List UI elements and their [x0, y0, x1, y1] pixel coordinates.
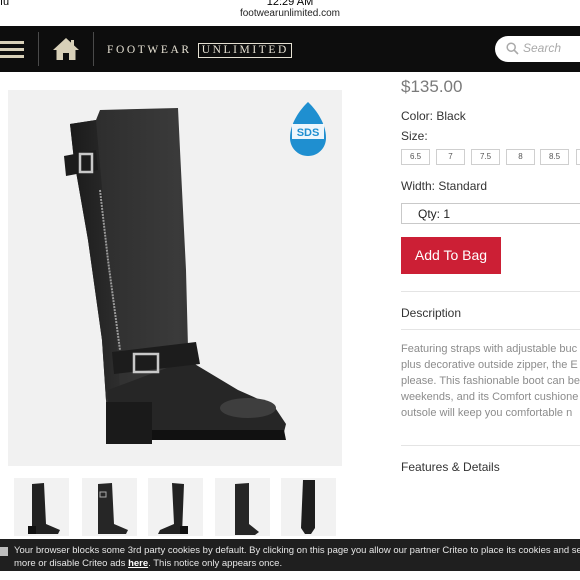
brand-name-part1: FOOTWEAR	[107, 44, 192, 56]
brand-name-part2: UNLIMITED	[197, 42, 292, 58]
site-header: FOOTWEAR UNLIMITED Search	[0, 26, 580, 72]
description-line: weekends, and its Comfort cushione	[401, 391, 579, 403]
brand-logo[interactable]: FOOTWEAR UNLIMITED	[107, 42, 292, 58]
quantity-select[interactable]: Qty: 1	[401, 203, 580, 224]
cookie-line-2-suffix: . This notice only appears once.	[148, 558, 283, 569]
size-option[interactable]: 7	[436, 149, 465, 165]
thumbnail-side[interactable]	[14, 478, 69, 536]
status-time: 12:29 AM	[266, 0, 314, 8]
menu-icon[interactable]	[0, 41, 24, 58]
features-heading[interactable]: Features & Details	[401, 460, 500, 474]
cookie-notice-text: Your browser blocks some 3rd party cooki…	[14, 544, 580, 570]
search-icon	[506, 42, 519, 55]
thumbnail-strip	[14, 478, 344, 538]
search-placeholder: Search	[523, 41, 562, 55]
thumbnail-angle[interactable]	[215, 478, 270, 536]
quantity-value: Qty: 1	[418, 207, 451, 221]
size-option[interactable]: 7.5	[471, 149, 500, 165]
thumbnail-back[interactable]	[281, 478, 336, 536]
description-line: please. This fashionable boot can be	[401, 375, 580, 387]
product-price: $135.00	[401, 77, 463, 96]
home-icon[interactable]	[52, 37, 80, 61]
sds-badge: SDS	[290, 102, 326, 156]
cookie-line-2-prefix: more or disable Criteo ads	[14, 558, 129, 569]
add-to-bag-button[interactable]: Add To Bag	[401, 237, 501, 274]
cookie-line-2: more or disable Criteo ads here. This no…	[14, 557, 580, 570]
section-divider	[401, 445, 580, 446]
color-label: Color: Black	[401, 109, 466, 123]
cookie-line-1: Your browser blocks some 3rd party cooki…	[14, 545, 580, 556]
size-label: Size:	[401, 129, 428, 143]
section-divider	[401, 329, 580, 330]
product-main-image[interactable]: SDS	[8, 90, 342, 466]
page-bottom	[0, 571, 580, 580]
description-line: outsole will keep you comfortable n	[401, 407, 573, 419]
description-line: plus decorative outside zipper, the E	[401, 359, 578, 371]
description-line: Featuring straps with adjustable buc	[401, 343, 578, 355]
thumbnail-inside[interactable]	[148, 478, 203, 536]
section-divider	[401, 291, 580, 292]
size-option[interactable]: 8.5	[540, 149, 569, 165]
cookie-banner: Your browser blocks some 3rd party cooki…	[0, 539, 580, 571]
thumbnail-front[interactable]	[82, 478, 137, 536]
badge-text: SDS	[297, 127, 320, 139]
cookie-here-link[interactable]: here	[128, 558, 148, 569]
search-input[interactable]: Search	[495, 36, 580, 62]
width-label: Width: Standard	[401, 179, 488, 193]
description-text: Featuring straps with adjustable buc plu…	[401, 341, 580, 421]
header-divider	[38, 32, 39, 66]
header-divider	[93, 32, 94, 66]
cookie-close-icon[interactable]	[0, 547, 8, 556]
size-option[interactable]	[576, 149, 580, 165]
size-option[interactable]: 8	[506, 149, 535, 165]
size-options: 6.5 7 7.5 8 8.5	[401, 149, 580, 165]
description-heading[interactable]: Description	[401, 306, 461, 320]
size-option[interactable]: 6.5	[401, 149, 430, 165]
address-bar-url[interactable]: footwearunlimited.com	[0, 8, 580, 26]
